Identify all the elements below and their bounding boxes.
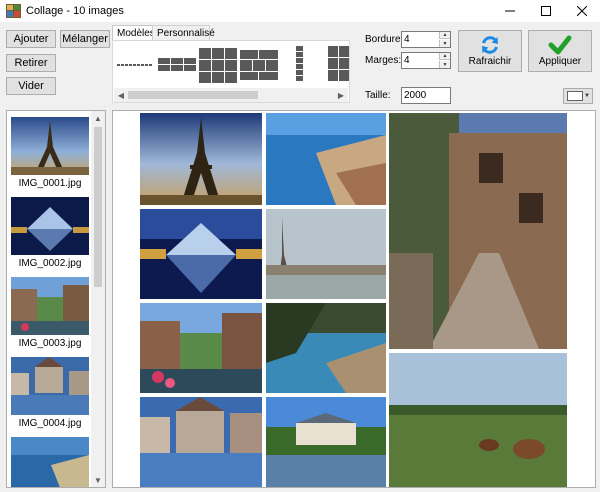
tab-templates[interactable]: Modèles xyxy=(112,25,155,41)
close-button[interactable] xyxy=(564,0,600,22)
template-two-rows[interactable] xyxy=(158,46,196,84)
color-swatch xyxy=(567,91,583,101)
scrollbar-thumb[interactable] xyxy=(128,91,258,99)
collage-photo-annecy[interactable] xyxy=(140,397,262,487)
clear-button[interactable]: Vider xyxy=(6,77,56,95)
thumbnail-image xyxy=(11,117,89,175)
thumbnail-filename: IMG_0001.jpg xyxy=(18,178,82,189)
size-label: Taille: xyxy=(365,90,391,101)
list-item[interactable] xyxy=(11,437,89,487)
apply-button[interactable]: Appliquer xyxy=(528,30,592,72)
spin-up-icon[interactable]: ▲ xyxy=(439,53,450,60)
maximize-icon xyxy=(541,6,551,16)
thumbnail-image xyxy=(11,357,89,415)
thumbnail-image xyxy=(11,437,89,487)
template-columns[interactable] xyxy=(322,46,350,84)
chevron-down-icon: ▼ xyxy=(584,93,590,99)
template-strip-row[interactable] xyxy=(117,46,155,84)
template-grid-3x3[interactable] xyxy=(199,46,237,84)
thumbnail-filename: IMG_0004.jpg xyxy=(18,418,82,429)
thumbnail-image xyxy=(11,277,89,335)
image-list-scrollbar[interactable]: ▲ ▼ xyxy=(91,111,105,487)
scroll-right-icon[interactable]: ▶ xyxy=(334,88,348,102)
add-button[interactable]: Ajouter xyxy=(6,30,56,48)
margins-spinner[interactable]: ▲ ▼ xyxy=(401,52,451,69)
margins-input[interactable] xyxy=(404,54,438,67)
remove-button[interactable]: Retirer xyxy=(6,54,56,72)
collage-photo-coastline[interactable] xyxy=(266,113,386,205)
list-item[interactable]: IMG_0002.jpg xyxy=(11,197,89,269)
margins-label: Marges: xyxy=(365,55,402,66)
apply-label: Appliquer xyxy=(538,56,582,67)
refresh-icon xyxy=(482,36,498,54)
size-input[interactable] xyxy=(404,89,448,102)
window-title: Collage - 10 images xyxy=(26,5,124,17)
template-column[interactable] xyxy=(281,46,319,84)
template-grid-2x3[interactable] xyxy=(240,46,278,84)
border-label: Bordure: xyxy=(365,34,404,45)
spin-up-icon[interactable]: ▲ xyxy=(439,32,450,39)
scrollbar-thumb[interactable] xyxy=(94,127,102,287)
size-field[interactable] xyxy=(401,87,451,104)
minimize-icon xyxy=(505,10,515,12)
background-color-picker[interactable]: ▼ xyxy=(563,88,593,104)
collage-photo-canal-town[interactable] xyxy=(140,303,262,393)
thumbnail-filename: IMG_0002.jpg xyxy=(18,258,82,269)
tab-custom[interactable]: Personnalisé xyxy=(152,25,215,41)
spin-down-icon[interactable]: ▼ xyxy=(439,40,450,47)
collage-photo-eiffel[interactable] xyxy=(140,113,262,205)
border-spinner[interactable]: ▲ ▼ xyxy=(401,31,451,48)
image-list[interactable]: IMG_0001.jpg IMG_0002.jpg IMG_0003.jpg I… xyxy=(6,110,106,488)
collage-photo-cows-field[interactable] xyxy=(389,353,567,487)
close-icon xyxy=(577,6,587,16)
border-input[interactable] xyxy=(404,33,438,46)
collage-photo-calanque[interactable] xyxy=(266,303,386,393)
collage-app-icon xyxy=(6,4,21,18)
refresh-button[interactable]: Rafraichir xyxy=(458,30,522,72)
refresh-label: Rafraichir xyxy=(468,56,512,67)
checkmark-icon xyxy=(548,35,572,55)
thumbnail-filename: IMG_0003.jpg xyxy=(18,338,82,349)
list-item[interactable]: IMG_0001.jpg xyxy=(11,117,89,189)
collage-photo-chenonceau[interactable] xyxy=(266,397,386,487)
title-bar: Collage - 10 images xyxy=(0,0,600,22)
collage-photo-paris-river[interactable] xyxy=(266,209,386,299)
maximize-button[interactable] xyxy=(528,0,564,22)
collage-preview[interactable] xyxy=(112,110,596,488)
scroll-left-icon[interactable]: ◀ xyxy=(114,88,128,102)
list-item[interactable]: IMG_0004.jpg xyxy=(11,357,89,429)
template-gallery: ◀ ▶ xyxy=(112,40,350,103)
scroll-up-icon[interactable]: ▲ xyxy=(91,111,105,125)
spin-down-icon[interactable]: ▼ xyxy=(439,61,450,68)
template-scrollbar[interactable]: ◀ ▶ xyxy=(114,88,348,102)
scroll-down-icon[interactable]: ▼ xyxy=(91,473,105,487)
minimize-button[interactable] xyxy=(492,0,528,22)
collage-photo-louvre[interactable] xyxy=(140,209,262,299)
thumbnail-image xyxy=(11,197,89,255)
collage-photo-village-street[interactable] xyxy=(389,113,567,349)
list-item[interactable]: IMG_0003.jpg xyxy=(11,277,89,349)
shuffle-button[interactable]: Mélanger xyxy=(60,30,110,48)
